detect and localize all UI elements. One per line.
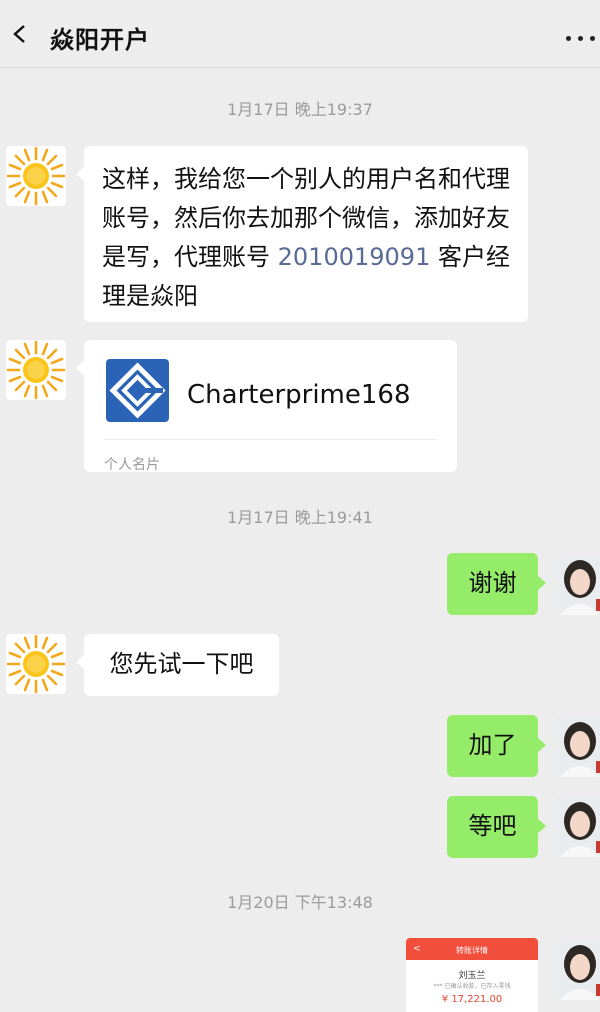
message-text: 您先试一下吧 [109,650,254,678]
contact-avatar[interactable] [6,340,66,400]
person-avatar[interactable] [556,940,600,1000]
thumb-status: *** 已确认收款，已存入零钱 [433,983,511,990]
business-card-logo-icon [106,359,169,422]
person-avatar-image [556,940,600,1000]
thumb-amount: ¥ 17,221.00 [441,994,503,1005]
back-icon[interactable] [10,24,30,44]
message-bubble[interactable]: 等吧 [447,796,546,858]
message-bubble[interactable]: 您先试一下吧 [76,634,279,696]
person-avatar-image [556,555,600,615]
message-bubble[interactable]: 这样，我给您一个别人的用户名和代理账号，然后你去加那个微信，添加好友是写，代理账… [76,146,528,322]
contact-avatar[interactable] [6,146,66,206]
timestamp: 1月17日 晚上19:41 [227,508,373,527]
transfer-screenshot-image[interactable]: < 转账详情 刘玉兰 *** 已确认收款，已存入零钱 ¥ 17,221.00 [406,938,538,1012]
business-card-name: Charterprime168 [187,380,411,410]
account-number-link[interactable]: 2010019091 [278,243,431,271]
timestamp: 1月17日 晚上19:37 [227,100,373,119]
message-bubble[interactable]: 谢谢 [447,553,546,615]
message-bubble[interactable]: 加了 [447,715,546,777]
chat-title: 焱阳开户 [50,26,150,54]
thumb-title: 转账详情 [456,946,488,955]
sun-avatar-icon [6,340,66,400]
thumb-payee-name: 刘玉兰 [458,971,486,981]
person-avatar[interactable] [556,797,600,857]
business-card[interactable]: Charterprime168 个人名片 [76,340,457,473]
contact-avatar[interactable] [6,634,66,694]
more-icon[interactable] [566,36,600,42]
timestamp: 1月20日 下午13:48 [227,893,373,912]
chat-header: 焱阳开户 [0,0,600,68]
person-avatar[interactable] [556,717,600,777]
person-avatar[interactable] [556,555,600,615]
card-divider [104,439,437,440]
sun-avatar-icon [6,146,66,206]
message-text: 等吧 [468,812,517,840]
thumb-header-bar: < 转账详情 [406,938,538,960]
message-text: 加了 [468,731,517,759]
business-card-label: 个人名片 [104,457,160,473]
message-text: 谢谢 [468,569,517,597]
sun-avatar-icon [6,634,66,694]
person-avatar-image [556,797,600,857]
person-avatar-image [556,717,600,777]
